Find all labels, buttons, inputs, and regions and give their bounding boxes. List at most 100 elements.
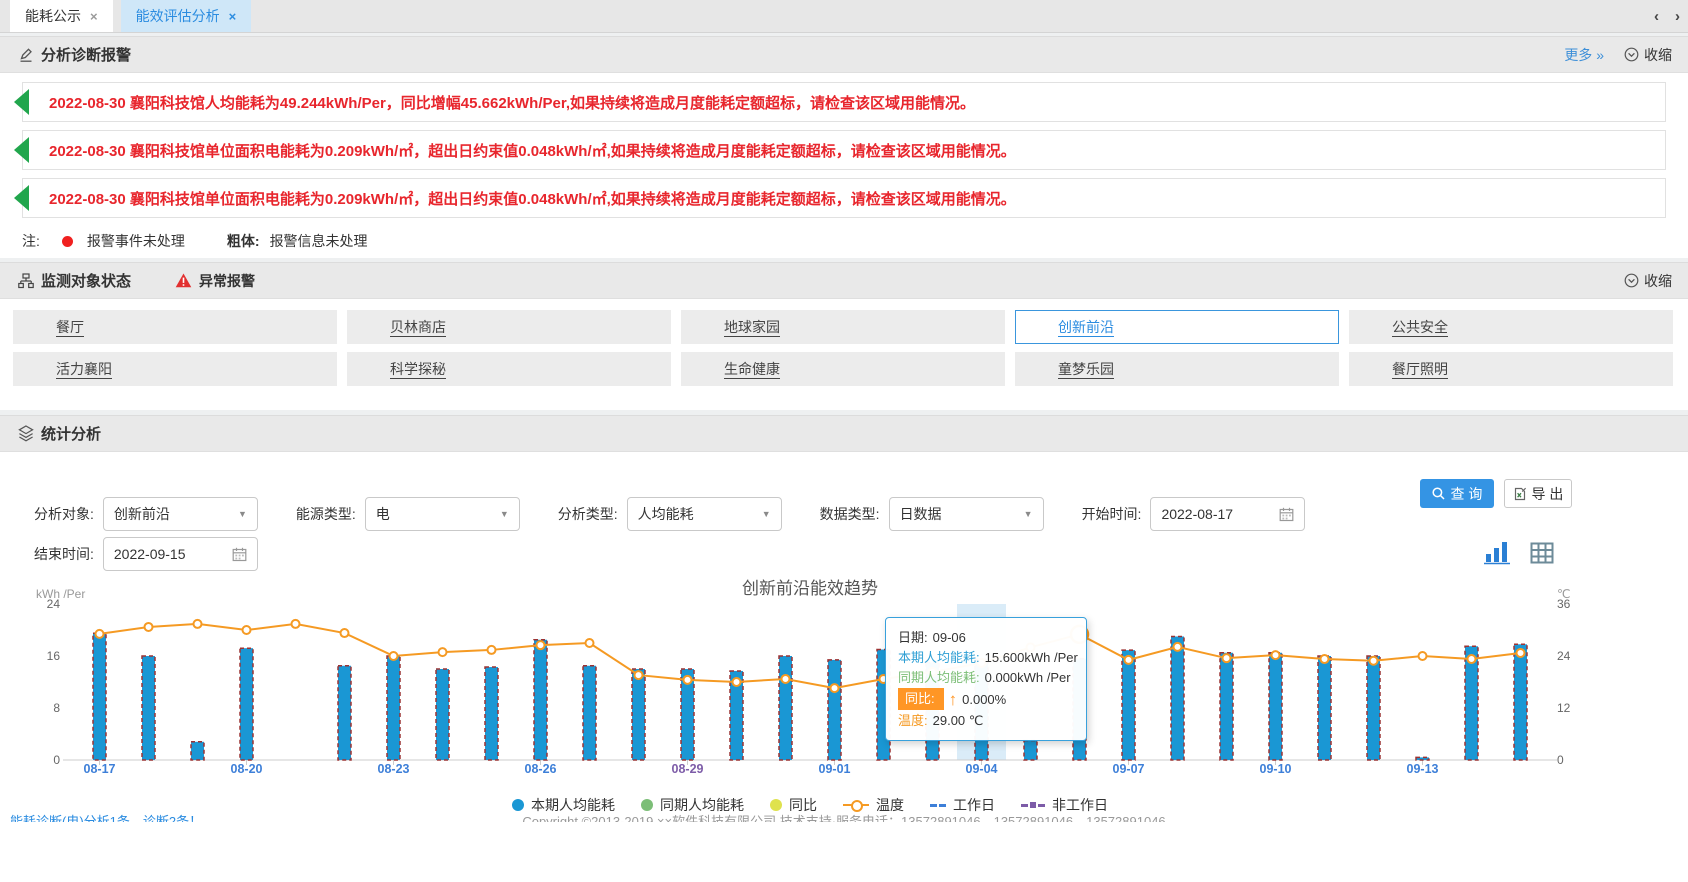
zone-label: 地球家园 <box>724 317 780 337</box>
line-marker <box>1419 652 1427 660</box>
legend-circle-marker <box>770 799 782 811</box>
tabs-scroll-left-icon[interactable]: ‹ <box>1654 8 1659 25</box>
export-excel-icon <box>1513 487 1527 501</box>
line-marker <box>194 620 202 628</box>
tooltip-current-label: 本期人均能耗: <box>898 648 980 667</box>
zone-button[interactable]: 童梦乐园 <box>1015 352 1339 386</box>
zone-label: 科学探秘 <box>390 359 446 379</box>
bar-本期人均能耗 <box>1269 653 1282 760</box>
legend-item[interactable]: 非工作日 <box>1021 795 1108 815</box>
zone-button[interactable]: 生命健康 <box>681 352 1005 386</box>
panel-title: 监测对象状态 <box>41 270 131 291</box>
table-view-icon[interactable] <box>1530 541 1554 565</box>
bar-本期人均能耗 <box>1416 757 1429 760</box>
note-prefix: 注: <box>22 231 40 251</box>
legend-item[interactable]: 温度 <box>843 795 904 815</box>
line-marker <box>145 623 153 631</box>
more-link[interactable]: 更多 » <box>1564 45 1604 65</box>
chart-text: 0 <box>53 753 60 767</box>
chevron-down-icon: ▼ <box>238 509 247 519</box>
legend-item[interactable]: 工作日 <box>930 795 995 815</box>
alert-message[interactable]: 2022-08-30 襄阳科技馆单位面积电能耗为0.209kWh/㎡，超出日约束… <box>22 130 1666 170</box>
filter-row-1: 分析对象:创新前沿▼能源类型:电▼分析类型:人均能耗▼数据类型:日数据▼开始时间… <box>34 497 1305 531</box>
alert-marker-icon <box>14 137 29 163</box>
chart-tooltip: 日期: 09-06 本期人均能耗: 15.600kWh /Per 同期人均能耗:… <box>885 617 1087 741</box>
zone-button[interactable]: 餐厅 <box>13 310 337 344</box>
red-dot-icon <box>62 236 73 247</box>
zone-label: 餐厅 <box>56 317 84 337</box>
export-button[interactable]: 导 出 <box>1504 479 1572 508</box>
tabs-scroll-right-icon[interactable]: › <box>1675 8 1680 25</box>
chart-view-toggle <box>1484 541 1554 565</box>
zone-button[interactable]: 活力襄阳 <box>13 352 337 386</box>
legend-item[interactable]: 同比 <box>770 795 817 815</box>
zone-label: 生命健康 <box>724 359 780 379</box>
legend-label: 同比 <box>789 795 817 815</box>
select-dropdown[interactable]: 人均能耗▼ <box>627 497 782 531</box>
select-dropdown[interactable]: 电▼ <box>365 497 520 531</box>
line-marker <box>1272 651 1280 659</box>
chevron-down-icon: ▼ <box>500 509 509 519</box>
date-input[interactable]: 2022-08-17 <box>1150 497 1305 531</box>
chart-text: 16 <box>47 649 61 663</box>
line-marker <box>96 630 104 638</box>
zone-button[interactable]: 餐厅照明 <box>1349 352 1673 386</box>
filter-label: 能源类型: <box>296 504 356 524</box>
line-marker <box>1174 643 1182 651</box>
query-button[interactable]: 查 询 <box>1420 479 1494 508</box>
date-input[interactable]: 2022-09-15 <box>103 537 258 571</box>
filter-value: 人均能耗 <box>638 504 694 524</box>
alert-message[interactable]: 2022-08-30 襄阳科技馆人均能耗为49.244kWh/Per，同比增幅4… <box>22 82 1666 122</box>
zone-button[interactable]: 地球家园 <box>681 310 1005 344</box>
chart-text: kWh /Per <box>36 587 85 601</box>
chart-text: 36 <box>1557 597 1571 611</box>
collapse-button[interactable]: 收缩 <box>1624 271 1672 291</box>
zone-label: 餐厅照明 <box>1392 359 1448 379</box>
close-icon[interactable]: × <box>229 9 237 24</box>
chevron-down-circle-icon <box>1624 47 1639 62</box>
bar-本期人均能耗 <box>779 656 792 760</box>
close-icon[interactable]: × <box>90 9 98 24</box>
calendar-icon <box>232 547 247 562</box>
line-marker <box>782 675 790 683</box>
legend-item[interactable]: 同期人均能耗 <box>641 795 744 815</box>
footer-copyright: Copyright ©2013-2019 ××软件科技有限公司 技术支持·服务电… <box>0 813 1688 822</box>
tab-energy-publicity[interactable]: 能耗公示 × <box>10 0 113 32</box>
collapse-label: 收缩 <box>1644 271 1672 291</box>
tab-bar: 能耗公示 × 能效评估分析 × ‹ › <box>0 0 1688 33</box>
collapse-label: 收缩 <box>1644 45 1672 65</box>
select-dropdown[interactable]: 日数据▼ <box>889 497 1044 531</box>
bar-本期人均能耗 <box>436 669 449 760</box>
collapse-button[interactable]: 收缩 <box>1624 45 1672 65</box>
alert-message[interactable]: 2022-08-30 襄阳科技馆单位面积电能耗为0.209kWh/㎡，超出日约束… <box>22 178 1666 218</box>
alert-text: 2022-08-30 襄阳科技馆单位面积电能耗为0.209kWh/㎡，超出日约束… <box>49 140 1016 161</box>
tab-label: 能效评估分析 <box>136 6 220 26</box>
line-marker <box>586 639 594 647</box>
zone-button-grid: 餐厅 贝林商店 地球家园 创新前沿公共安全活力襄阳 科学探秘 生命健康 童梦乐园 餐厅照明 <box>13 310 1673 386</box>
line-marker <box>390 652 398 660</box>
bar-本期人均能耗 <box>1514 644 1527 760</box>
chart-text: 0 <box>1557 753 1564 767</box>
footer-link[interactable]: 能耗诊断(电)分析1条，诊断2条！ <box>10 813 202 822</box>
energy-trend-chart[interactable]: kWh /Per℃081624012243608-1708-2008-2308-… <box>0 585 1688 795</box>
bar-chart-view-icon[interactable] <box>1484 541 1510 565</box>
chevron-down-icon: ▼ <box>1024 509 1033 519</box>
footer: 能耗诊断(电)分析1条，诊断2条！ Copyright ©2013-2019 ×… <box>0 813 1688 822</box>
zone-button[interactable]: 创新前沿 <box>1015 310 1339 344</box>
abnormal-alarm-label: 异常报警 <box>199 271 255 291</box>
legend-item[interactable]: 本期人均能耗 <box>512 795 615 815</box>
abnormal-alarm-indicator[interactable]: 异常报警 <box>175 271 255 291</box>
bar-本期人均能耗 <box>534 640 547 760</box>
zone-label: 贝林商店 <box>390 317 446 337</box>
select-dropdown[interactable]: 创新前沿▼ <box>103 497 258 531</box>
tab-efficiency-analysis[interactable]: 能效评估分析 × <box>121 0 252 32</box>
zone-button[interactable]: 公共安全 <box>1349 310 1673 344</box>
alert-marker-icon <box>14 185 29 211</box>
legend-label: 本期人均能耗 <box>531 795 615 815</box>
zone-label: 活力襄阳 <box>56 359 112 379</box>
filter-row-2: 结束时间:2022-09-15 <box>34 537 258 571</box>
alert-marker-icon <box>14 89 29 115</box>
zone-button[interactable]: 科学探秘 <box>347 352 671 386</box>
zone-button[interactable]: 贝林商店 <box>347 310 671 344</box>
filter-label: 分析对象: <box>34 504 94 524</box>
